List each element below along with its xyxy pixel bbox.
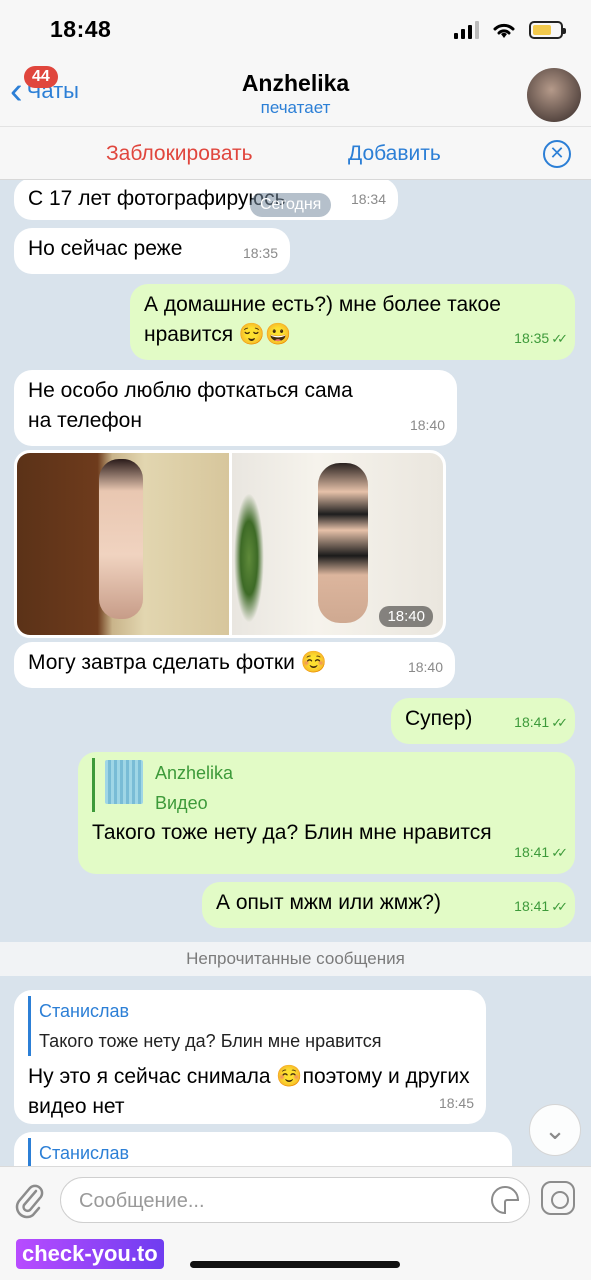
message-time: 18:40 (407, 659, 443, 675)
message-text: С 17 лет фотографируюсь (28, 187, 286, 210)
message-time-value: 18:41 (514, 898, 550, 914)
message-incoming[interactable]: Могу завтра сделать фотки ☺️ 18:40 (14, 642, 455, 688)
message-incoming[interactable]: Не особо люблю фоткаться сама на телефон… (14, 370, 457, 446)
reply-text: Такого тоже нету да? Блин мне нравится (39, 1031, 382, 1051)
message-text: Но сейчас реже (28, 237, 183, 260)
date-pill: Сегодня (250, 193, 332, 217)
reply-author: Станислав (39, 1143, 130, 1163)
camera-icon[interactable] (541, 1181, 575, 1215)
wifi-icon (493, 23, 515, 38)
typing-status: печатает (260, 98, 331, 117)
close-icon[interactable]: ✕ (543, 140, 571, 168)
message-time: 18:40 (409, 417, 445, 433)
message-incoming[interactable]: С 17 лет фотографируюсь 18:34 (14, 180, 398, 220)
message-text: Ну это я сейчас снимала ☺️поэтому и друг… (28, 1065, 470, 1118)
video-thumbnail (105, 760, 143, 804)
unread-divider: Непрочитанные сообщения (0, 942, 591, 976)
photo-album[interactable]: 18:40 (14, 450, 446, 638)
message-text: Такого тоже нету да? Блин мне нравится (92, 821, 492, 844)
message-time: 18:35 (242, 245, 278, 261)
message-incoming[interactable]: Станислав Такого тоже нету да? Блин мне … (14, 990, 486, 1124)
message-time: 18:41 ✓✓ (514, 837, 568, 868)
watermark-logo: check-you.to (16, 1239, 164, 1269)
message-time-value: 18:41 (514, 714, 550, 730)
message-time: 18:35 ✓✓ (514, 323, 568, 354)
add-contact-button[interactable]: Добавить (348, 142, 441, 166)
status-time: 18:48 (50, 16, 112, 42)
block-button[interactable]: Заблокировать (106, 142, 253, 166)
message-outgoing[interactable]: Супер) 18:41 ✓✓ (391, 698, 575, 744)
paperclip-icon[interactable] (14, 1181, 46, 1221)
sticker-icon[interactable] (491, 1186, 519, 1214)
read-check-icon: ✓✓ (551, 899, 568, 914)
message-time: 18:41 ✓✓ (514, 891, 568, 922)
avatar[interactable] (527, 68, 581, 122)
reply-text: Видео (155, 793, 208, 813)
message-outgoing[interactable]: А опыт мжм или жмж?) 18:41 ✓✓ (202, 882, 575, 928)
message-time: 18:40 (379, 606, 433, 627)
chat-area[interactable]: С 17 лет фотографируюсь 18:34 Сегодня Но… (0, 180, 591, 1166)
scroll-down-button[interactable]: ⌄ (529, 1104, 581, 1156)
signal-icon (454, 21, 479, 39)
status-icons (454, 20, 566, 40)
message-input[interactable] (79, 1186, 479, 1216)
message-outgoing[interactable]: А домашние есть?) мне более такое нравит… (130, 284, 575, 360)
message-text: А опыт мжм или жмж?) (216, 891, 441, 914)
reply-preview[interactable]: Станислав (28, 1138, 498, 1166)
message-time: 18:45 (438, 1095, 474, 1111)
reply-preview[interactable]: Станислав Такого тоже нету да? Блин мне … (28, 996, 472, 1056)
message-text: А домашние есть?) мне более такое нравит… (144, 293, 501, 346)
reply-preview[interactable]: Anzhelika Видео (92, 758, 561, 813)
message-time: 18:34 (350, 191, 386, 207)
read-check-icon: ✓✓ (551, 331, 568, 346)
message-incoming[interactable]: Станислав (14, 1132, 512, 1166)
message-time-value: 18:35 (514, 330, 550, 346)
home-indicator (190, 1261, 400, 1268)
action-bar: Заблокировать Добавить ✕ (0, 126, 591, 180)
nav-bar: ‹ Чаты 44 Anzhelika печатает (0, 62, 591, 126)
input-bar: check-you.to (0, 1166, 591, 1280)
status-bar: 18:48 (0, 0, 591, 62)
reply-author: Станислав (39, 1001, 130, 1021)
message-input-wrapper (60, 1177, 530, 1223)
battery-icon (529, 21, 566, 39)
message-incoming[interactable]: Но сейчас реже 18:35 (14, 228, 290, 274)
message-text: Не особо люблю фоткаться сама на телефон (28, 379, 353, 432)
message-text: Супер) (405, 707, 473, 730)
chat-title[interactable]: Anzhelika (0, 70, 591, 97)
message-outgoing[interactable]: Anzhelika Видео Такого тоже нету да? Бли… (78, 752, 575, 874)
message-time-value: 18:41 (514, 844, 550, 860)
photo[interactable] (17, 453, 229, 635)
read-check-icon: ✓✓ (551, 845, 568, 860)
message-time: 18:41 ✓✓ (514, 707, 568, 738)
message-text: Могу завтра сделать фотки ☺️ (28, 651, 327, 674)
read-check-icon: ✓✓ (551, 715, 568, 730)
reply-author: Anzhelika (155, 763, 234, 783)
